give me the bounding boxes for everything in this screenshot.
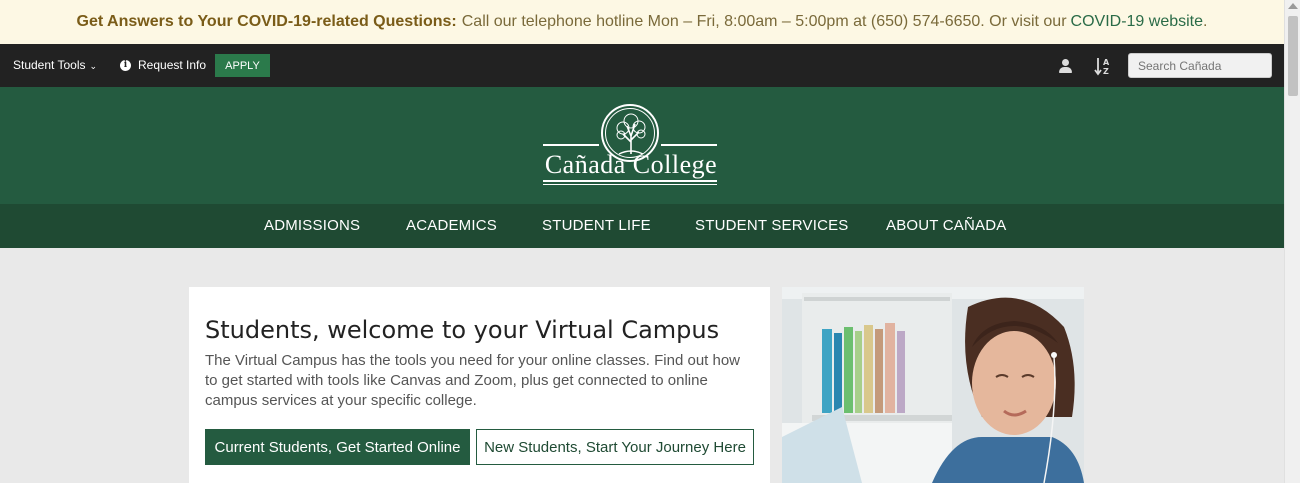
alert-heading: Get Answers to Your COVID-19-related Que… <box>76 13 457 30</box>
search-input[interactable] <box>1128 53 1272 78</box>
user-icon[interactable] <box>1058 58 1072 74</box>
current-students-button[interactable]: Current Students, Get Started Online <box>205 429 470 465</box>
request-info-link[interactable]: i Request Info <box>120 58 206 72</box>
student-tools-label: Student Tools <box>13 58 86 72</box>
info-icon: i <box>120 59 131 71</box>
svg-text:Z: Z <box>1103 67 1109 76</box>
new-students-button[interactable]: New Students, Start Your Journey Here <box>476 429 754 465</box>
nav-item-admissions[interactable]: ADMISSIONS <box>264 217 360 234</box>
hero-body: The Virtual Campus has the tools you nee… <box>205 352 741 409</box>
main-navigation: ADMISSIONS ACADEMICS STUDENT LIFE STUDEN… <box>0 204 1284 248</box>
alert-trail: . <box>1203 13 1208 30</box>
student-tools-menu[interactable]: Student Tools ⌄ <box>13 58 97 72</box>
scrollbar-thumb[interactable] <box>1288 16 1298 96</box>
nav-item-student-life[interactable]: STUDENT LIFE <box>542 217 651 234</box>
alert-message: Call our telephone hotline Mon – Fri, 8:… <box>461 13 1067 30</box>
svg-text:A: A <box>1103 58 1110 67</box>
site-header: Cañada College <box>0 87 1284 204</box>
apply-button[interactable]: APPLY <box>215 54 270 77</box>
student-photo <box>782 287 1084 483</box>
nav-item-about-canada[interactable]: ABOUT CAÑADA <box>886 217 1006 234</box>
college-logo[interactable]: Cañada College <box>541 104 721 186</box>
covid-website-link[interactable]: COVID-19 website <box>1071 13 1204 31</box>
request-info-label: Request Info <box>138 58 207 72</box>
hero-title: Students, welcome to your Virtual Campus <box>205 316 720 344</box>
virtual-campus-card: Students, welcome to your Virtual Campus… <box>189 287 770 483</box>
page-scrollbar[interactable] <box>1284 0 1300 483</box>
covid-alert-banner: Get Answers to Your COVID-19-related Que… <box>0 0 1284 44</box>
utility-bar: Student Tools ⌄ i Request Info APPLY A Z <box>0 44 1284 87</box>
a-z-index-icon[interactable]: A Z <box>1094 56 1112 76</box>
nav-item-academics[interactable]: ACADEMICS <box>406 217 497 234</box>
chevron-down-icon: ⌄ <box>89 61 98 71</box>
scroll-up-arrow-icon[interactable] <box>1288 3 1298 9</box>
nav-item-student-services[interactable]: STUDENT SERVICES <box>695 217 849 234</box>
college-name: Cañada College <box>544 150 718 179</box>
